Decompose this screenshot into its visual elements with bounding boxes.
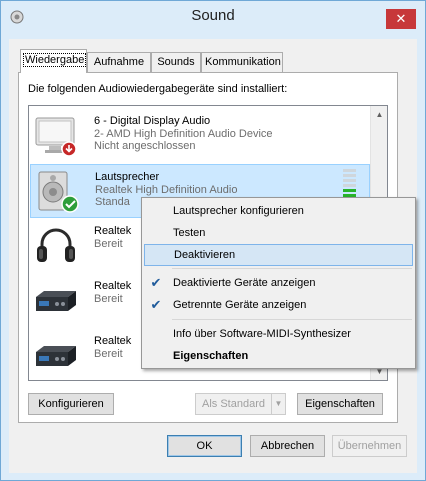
device-name: 6 - Digital Display Audio	[94, 115, 211, 127]
device-status: Nicht angeschlossen	[94, 140, 196, 152]
menu-item-show-disabled[interactable]: ✔ Deaktivierte Geräte anzeigen	[144, 272, 413, 294]
display-icon	[35, 117, 77, 157]
digital-output-icon	[36, 291, 76, 311]
level-segment	[343, 179, 356, 182]
intro-text: Die folgenden Audiowiedergabegeräte sind…	[28, 83, 288, 95]
ok-button[interactable]: OK	[167, 435, 242, 457]
window-title: Sound	[191, 7, 235, 24]
level-segment	[343, 169, 356, 172]
checkmark-icon: ✔	[150, 297, 162, 312]
menu-item-test[interactable]: Testen	[144, 222, 413, 244]
headphones-icon	[37, 228, 75, 262]
tab-label: Wiedergabe	[22, 53, 87, 67]
device-status: Bereit	[94, 293, 123, 305]
chevron-down-icon[interactable]: ▼	[271, 394, 285, 414]
default-check-icon	[61, 195, 79, 213]
menu-item-configure-speakers[interactable]: Lautsprecher konfigurieren	[144, 200, 413, 222]
device-name: Realtek	[94, 225, 132, 237]
scroll-up-icon[interactable]: ▲	[371, 106, 387, 123]
device-driver: Realtek High Definition Audio	[95, 184, 238, 196]
context-menu: Lautsprecher konfigurieren Testen Deakti…	[141, 197, 416, 369]
properties-button[interactable]: Eigenschaften	[297, 393, 383, 415]
tab-wiedergabe[interactable]: Wiedergabe	[20, 49, 87, 73]
level-segment	[343, 189, 356, 192]
level-segment	[343, 184, 356, 187]
digital-output-icon	[36, 346, 76, 366]
close-button[interactable]: ✕	[386, 9, 416, 29]
set-default-button[interactable]: Als Standard ▼	[195, 393, 286, 415]
menu-item-show-disconnected[interactable]: ✔ Getrennte Geräte anzeigen	[144, 294, 413, 316]
device-name: Realtek	[94, 335, 132, 347]
apply-button[interactable]: Übernehmen	[332, 435, 407, 457]
cancel-button[interactable]: Abbrechen	[250, 435, 325, 457]
device-status: Bereit	[94, 238, 123, 250]
menu-item-disable[interactable]: Deaktivieren	[144, 244, 413, 266]
checkmark-icon: ✔	[150, 275, 162, 290]
tab-aufnahme[interactable]: Aufnahme	[87, 52, 151, 72]
device-name: Lautsprecher	[95, 171, 160, 183]
menu-item-label: Getrennte Geräte anzeigen	[173, 299, 307, 311]
sound-dialog: Sound ✕ Wiedergabe Aufnahme Sounds Kommu…	[0, 0, 426, 481]
speaker-icon	[38, 171, 79, 213]
menu-separator	[172, 319, 412, 320]
menu-separator	[172, 268, 412, 269]
configure-button[interactable]: Konfigurieren	[28, 393, 114, 415]
level-segment	[343, 174, 356, 177]
menu-item-properties[interactable]: Eigenschaften	[144, 345, 413, 367]
set-default-label: Als Standard	[202, 398, 265, 410]
menu-item-midi-info[interactable]: Info über Software-MIDI-Synthesizer	[144, 323, 413, 345]
menu-item-label: Deaktivierte Geräte anzeigen	[173, 277, 316, 289]
device-status: Standa	[95, 196, 130, 208]
title-bar[interactable]: Sound ✕	[1, 1, 425, 31]
list-item[interactable]: 6 - Digital Display Audio 2- AMD High De…	[30, 109, 370, 163]
device-name: Realtek	[94, 280, 132, 292]
device-driver: 2- AMD High Definition Audio Device	[94, 128, 273, 140]
device-status: Bereit	[94, 348, 123, 360]
tab-sounds[interactable]: Sounds	[151, 52, 201, 72]
tab-kommunikation[interactable]: Kommunikation	[201, 52, 283, 72]
